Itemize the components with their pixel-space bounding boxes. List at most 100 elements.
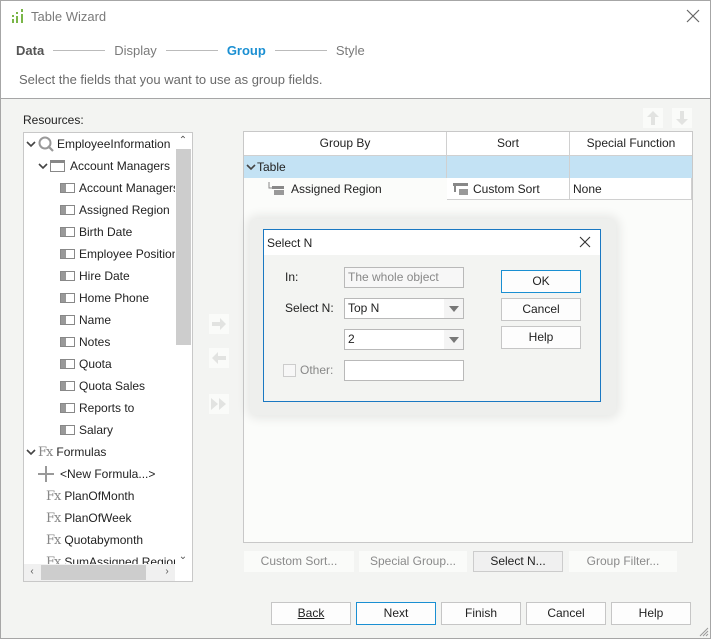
formula-icon: Fx xyxy=(46,532,61,548)
remove-field-button[interactable] xyxy=(209,348,229,368)
resize-grip-icon[interactable] xyxy=(699,627,709,637)
next-button[interactable]: Next xyxy=(356,602,436,625)
field-icon xyxy=(60,425,75,435)
tree-item[interactable]: <New Formula...> xyxy=(38,463,155,485)
tree-item[interactable]: Home Phone xyxy=(60,287,149,309)
next-button-label: Next xyxy=(383,606,409,620)
tree-item[interactable]: Account Managers I xyxy=(60,177,186,199)
scrollbar-thumb[interactable] xyxy=(41,565,146,580)
tree-item-label: Hire Date xyxy=(79,269,130,283)
chevron-down-icon[interactable] xyxy=(38,161,48,171)
step-style[interactable]: Style xyxy=(336,43,365,58)
other-input[interactable] xyxy=(344,360,464,381)
help-button[interactable]: Help xyxy=(611,602,691,625)
cancel-button[interactable]: Cancel xyxy=(526,602,606,625)
field-icon xyxy=(60,381,75,391)
group-by-value: Table xyxy=(257,160,286,174)
select-n-button[interactable]: Select N... xyxy=(473,551,563,572)
tree-item[interactable]: Salary xyxy=(60,419,113,441)
sort-cell[interactable]: Custom Sort xyxy=(447,178,570,200)
title-bar: Table Wizard xyxy=(1,1,710,32)
other-label: Other: xyxy=(300,363,334,377)
arrow-up-icon xyxy=(647,111,659,125)
dialog-body: In: The whole object Select N: Top N 2 O… xyxy=(264,255,600,401)
scroll-right-icon[interactable]: › xyxy=(159,564,175,580)
custom-sort-button[interactable]: Custom Sort... xyxy=(244,551,354,572)
column-header-group-by[interactable]: Group By xyxy=(244,132,447,156)
move-down-button[interactable] xyxy=(672,108,692,128)
dialog-ok-button[interactable]: OK xyxy=(501,270,581,293)
custom-sort-icon xyxy=(453,182,468,195)
tree-item[interactable]: Fx PlanOfWeek xyxy=(46,507,132,529)
add-field-button[interactable] xyxy=(209,314,229,334)
special-function-cell[interactable]: None xyxy=(570,178,692,200)
special-group-button[interactable]: Special Group... xyxy=(359,551,467,572)
tree-item[interactable]: Notes xyxy=(60,331,110,353)
field-icon xyxy=(60,271,75,281)
tree-item[interactable]: Birth Date xyxy=(60,221,132,243)
close-icon[interactable] xyxy=(684,7,702,25)
select-n-dialog: Select N In: The whole object Select N: … xyxy=(263,229,601,402)
dialog-cancel-button[interactable]: Cancel xyxy=(501,298,581,321)
scroll-left-icon[interactable]: ‹ xyxy=(24,564,40,580)
resources-tree[interactable]: Fx SumAssigned Region Fx Quotabymonth Fx Plan… xyxy=(23,132,193,582)
scroll-down-icon[interactable]: ⌄ xyxy=(175,549,191,565)
move-up-button[interactable] xyxy=(643,108,663,128)
vertical-scrollbar[interactable]: ⌃ ⌄ xyxy=(175,133,192,565)
scroll-up-icon[interactable]: ⌃ xyxy=(175,133,191,149)
special-function-value: None xyxy=(573,181,602,196)
tree-item[interactable]: Quota xyxy=(60,353,112,375)
column-header-special-function[interactable]: Special Function xyxy=(570,132,692,156)
tree-item[interactable]: Fx PlanOfMonth xyxy=(46,485,134,507)
scrollbar-thumb[interactable] xyxy=(176,149,191,345)
chevron-down-icon[interactable] xyxy=(26,447,36,457)
chevron-down-icon[interactable] xyxy=(444,299,463,318)
other-checkbox[interactable] xyxy=(283,364,296,377)
step-display[interactable]: Display xyxy=(114,43,157,58)
grid-row-table[interactable]: Table xyxy=(244,156,692,178)
dialog-help-button[interactable]: Help xyxy=(501,326,581,349)
sort-cell xyxy=(447,156,570,178)
tree-item-label: Salary xyxy=(79,423,114,437)
close-icon[interactable] xyxy=(578,235,592,249)
tree-item-label: Quota Sales xyxy=(79,379,146,393)
group-filter-button[interactable]: Group Filter... xyxy=(569,551,677,572)
tree-item[interactable]: Fx Formulas xyxy=(26,441,106,463)
finish-button[interactable]: Finish xyxy=(441,602,521,625)
tree-item-label: Home Phone xyxy=(79,291,150,305)
field-icon xyxy=(60,205,75,215)
tree-item[interactable]: Fx Quotabymonth xyxy=(46,529,143,551)
formula-icon: Fx xyxy=(38,444,53,460)
step-group[interactable]: Group xyxy=(227,43,266,58)
table-wizard-app-icon xyxy=(12,9,23,23)
back-button[interactable]: Back xyxy=(271,602,351,625)
tree-item[interactable]: EmployeeInformation xyxy=(26,133,170,155)
select-n-dropdown[interactable]: Top N xyxy=(344,298,464,319)
tree-item[interactable]: Quota Sales xyxy=(60,375,145,397)
tree-item-label: Quota xyxy=(79,357,112,371)
tree-item[interactable]: Assigned Region xyxy=(60,199,170,221)
step-divider xyxy=(165,50,218,51)
tree-item[interactable]: Account Managers xyxy=(38,155,170,177)
grid-row-assigned-region[interactable]: Assigned Region Custom Sort None xyxy=(244,178,692,200)
chevron-down-icon[interactable] xyxy=(444,330,463,349)
tree-item[interactable]: Hire Date xyxy=(60,265,130,287)
step-data[interactable]: Data xyxy=(16,43,44,58)
field-icon xyxy=(60,403,75,413)
wizard-header: Data Display Group Style Select the fiel… xyxy=(1,32,710,99)
formula-icon: Fx xyxy=(46,488,61,504)
chevron-down-icon[interactable] xyxy=(26,139,36,149)
tree-item[interactable]: Employee Position xyxy=(60,243,178,265)
group-by-value: Assigned Region xyxy=(291,182,382,196)
horizontal-scrollbar[interactable]: ‹ › xyxy=(24,564,175,581)
tree-item[interactable]: Reports to xyxy=(60,397,134,419)
field-icon xyxy=(60,227,75,237)
column-header-sort[interactable]: Sort xyxy=(447,132,570,156)
n-value-dropdown[interactable]: 2 xyxy=(344,329,464,350)
chevron-down-icon[interactable] xyxy=(246,162,256,172)
tree-item-label: Quotabymonth xyxy=(64,533,144,547)
add-all-button[interactable] xyxy=(209,394,229,414)
table-wizard-window: Table Wizard Data Display Group Style Se… xyxy=(0,0,711,639)
arrow-right-icon xyxy=(212,318,226,330)
tree-item[interactable]: Name xyxy=(60,309,111,331)
